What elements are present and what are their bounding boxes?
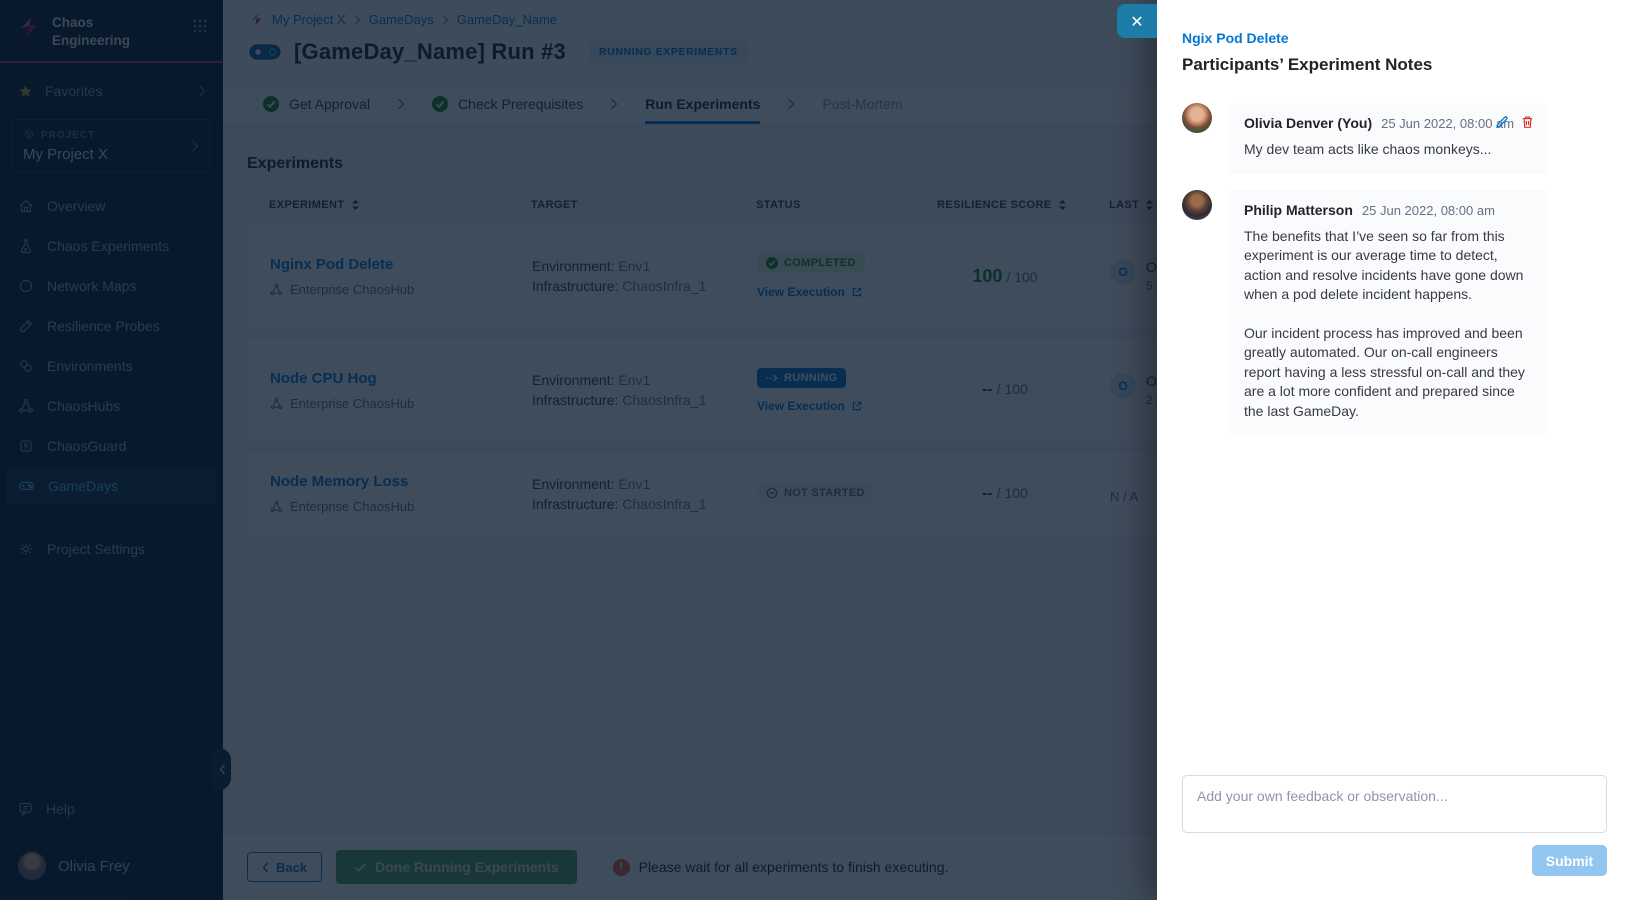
comment-date: 25 Jun 2022, 08:00 am bbox=[1362, 203, 1495, 218]
feedback-input[interactable] bbox=[1182, 775, 1607, 833]
panel-title: Participants’ Experiment Notes bbox=[1182, 55, 1607, 75]
comment-author: Olivia Denver (You) bbox=[1244, 115, 1372, 131]
comment-item: Philip Matterson 25 Jun 2022, 08:00 am T… bbox=[1182, 190, 1548, 436]
edit-icon[interactable] bbox=[1495, 115, 1509, 129]
delete-icon[interactable] bbox=[1521, 115, 1534, 129]
avatar bbox=[1182, 190, 1212, 220]
close-icon: ✕ bbox=[1130, 12, 1143, 31]
panel-experiment-link[interactable]: Ngix Pod Delete bbox=[1182, 30, 1607, 46]
avatar bbox=[1182, 103, 1212, 133]
experiment-notes-panel: Ngix Pod Delete Participants’ Experiment… bbox=[1157, 0, 1642, 900]
comment-item: Olivia Denver (You) 25 Jun 2022, 08:00 a… bbox=[1182, 103, 1548, 174]
submit-button[interactable]: Submit bbox=[1532, 845, 1607, 876]
comment-author: Philip Matterson bbox=[1244, 202, 1353, 218]
close-panel-button[interactable]: ✕ bbox=[1117, 4, 1157, 38]
